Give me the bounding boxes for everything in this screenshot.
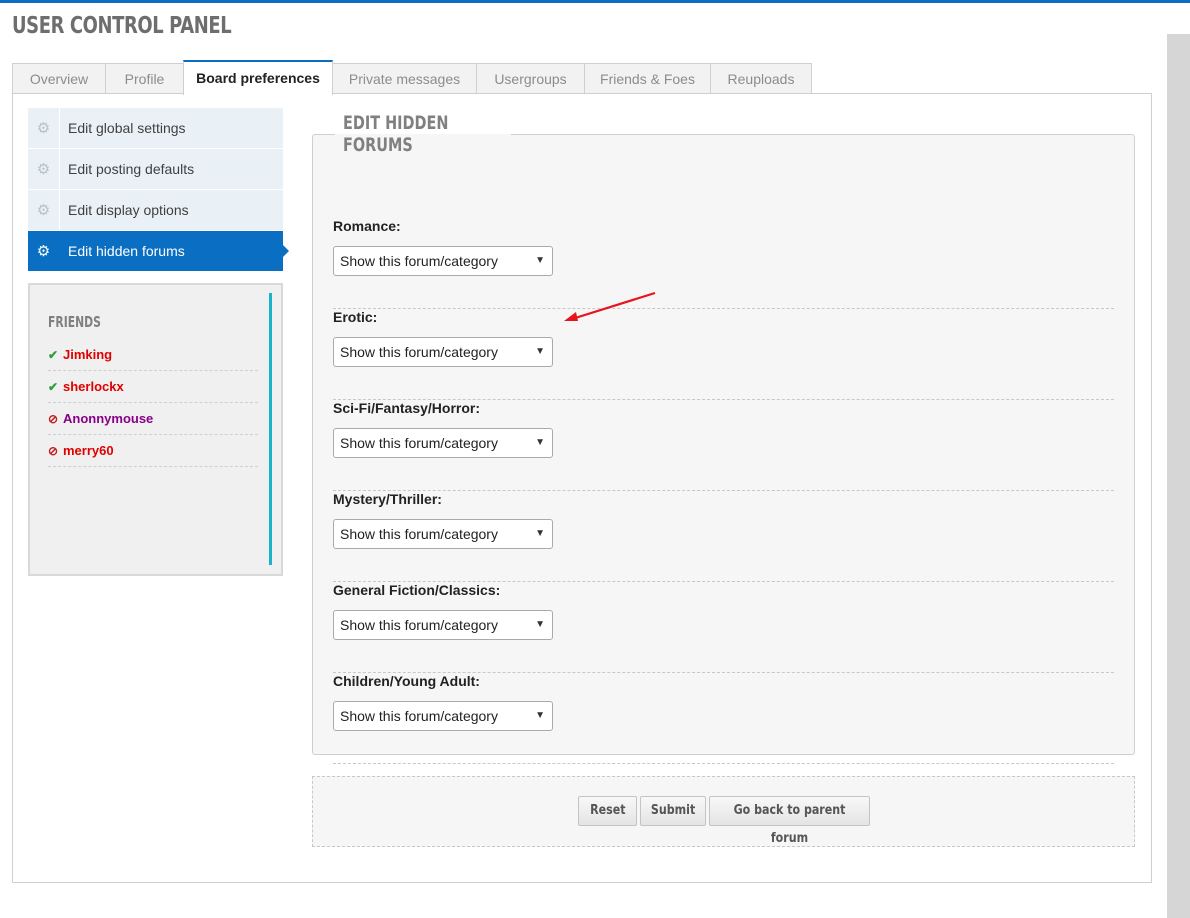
page-title: USER CONTROL PANEL — [12, 13, 232, 39]
gear-icon: ⚙ — [28, 190, 60, 230]
sidebar-item-display-options[interactable]: ⚙ Edit display options — [28, 190, 283, 230]
tab-profile[interactable]: Profile — [105, 63, 184, 94]
forum-label: Erotic: — [333, 309, 378, 325]
scrollbar-track[interactable] — [1167, 34, 1190, 918]
hidden-forums-fieldset: EDIT HIDDEN FORUMS Romance: Show this fo… — [312, 112, 1135, 764]
friend-link-sherlockx[interactable]: sherlockx — [63, 379, 124, 394]
tab-friends-foes[interactable]: Friends & Foes — [584, 63, 711, 94]
sidebar-item-hidden-forums[interactable]: ⚙ Edit hidden forums — [28, 231, 289, 271]
forum-label: Mystery/Thriller: — [333, 491, 442, 507]
back-to-parent-forum-button[interactable]: Go back to parent forum — [709, 796, 870, 846]
friend-link-anonnymouse[interactable]: Anonnymouse — [63, 411, 153, 426]
tab-board-preferences[interactable]: Board preferences — [183, 60, 333, 95]
forum-label: Sci-Fi/Fantasy/Horror: — [333, 400, 481, 416]
sidebar-menu: ⚙ Edit global settings ⚙ Edit posting de… — [28, 108, 289, 272]
forum-visibility-select[interactable]: Show this forum/category ▼ — [333, 428, 553, 458]
forum-row-erotic: Erotic: Show this forum/category ▼ — [333, 309, 1114, 400]
top-accent-line — [0, 0, 1190, 3]
chevron-down-icon: ▼ — [535, 255, 545, 266]
reset-button[interactable]: Reset — [578, 796, 637, 826]
forum-label: Romance: — [333, 218, 401, 234]
forum-visibility-select[interactable]: Show this forum/category ▼ — [333, 246, 553, 276]
friend-item: ⊘ Anonnymouse — [48, 403, 258, 435]
no-entry-icon: ⊘ — [48, 411, 59, 426]
tab-private-messages[interactable]: Private messages — [332, 63, 477, 94]
friend-link-merry60[interactable]: merry60 — [63, 443, 114, 458]
no-entry-icon: ⊘ — [48, 443, 59, 458]
friend-item: ✔ sherlockx — [48, 371, 258, 403]
forum-row-scifi: Sci-Fi/Fantasy/Horror: Show this forum/c… — [333, 400, 1114, 491]
sidebar-item-label: Edit display options — [68, 202, 189, 218]
forum-visibility-select[interactable]: Show this forum/category ▼ — [333, 701, 553, 731]
tab-usergroups[interactable]: Usergroups — [476, 63, 585, 94]
chevron-down-icon: ▼ — [535, 437, 545, 448]
chevron-down-icon: ▼ — [535, 346, 545, 357]
forum-label: General Fiction/Classics: — [333, 582, 501, 598]
sidebar-item-global-settings[interactable]: ⚙ Edit global settings — [28, 108, 283, 148]
forum-visibility-select[interactable]: Show this forum/category ▼ — [333, 519, 553, 549]
forum-row-children: Children/Young Adult: Show this forum/ca… — [333, 673, 1114, 764]
chevron-down-icon: ▼ — [535, 528, 545, 539]
hidden-forums-legend: EDIT HIDDEN FORUMS — [343, 112, 449, 156]
gear-icon: ⚙ — [28, 231, 60, 271]
gear-icon: ⚙ — [28, 149, 60, 189]
forum-label: Children/Young Adult: — [333, 673, 480, 689]
form-actions: Reset Submit Go back to parent forum — [312, 776, 1135, 847]
chevron-down-icon: ▼ — [535, 619, 545, 630]
forum-visibility-select[interactable]: Show this forum/category ▼ — [333, 610, 553, 640]
sidebar-item-label: Edit global settings — [68, 120, 186, 136]
friends-box: FRIENDS ✔ Jimking ✔ sherlockx ⊘ Anonnymo… — [28, 283, 283, 576]
friend-link-jimking[interactable]: Jimking — [63, 347, 112, 362]
friends-title: FRIENDS — [48, 313, 101, 331]
sidebar-item-label: Edit posting defaults — [68, 161, 195, 177]
friends-inner: FRIENDS ✔ Jimking ✔ sherlockx ⊘ Anonnymo… — [36, 293, 272, 565]
forum-row-romance: Romance: Show this forum/category ▼ — [333, 218, 1114, 309]
sidebar-item-label: Edit hidden forums — [68, 243, 185, 259]
forum-visibility-select[interactable]: Show this forum/category ▼ — [333, 337, 553, 367]
sidebar-item-posting-defaults[interactable]: ⚙ Edit posting defaults — [28, 149, 283, 189]
check-circle-icon: ✔ — [48, 379, 59, 394]
forum-row-general-fiction: General Fiction/Classics: Show this foru… — [333, 582, 1114, 673]
annotation-arrow — [564, 291, 656, 321]
gear-icon: ⚙ — [28, 108, 60, 148]
friend-item: ✔ Jimking — [48, 339, 258, 371]
tab-overview[interactable]: Overview — [12, 63, 106, 94]
submit-button[interactable]: Submit — [640, 796, 706, 826]
forum-row-mystery: Mystery/Thriller: Show this forum/catego… — [333, 491, 1114, 582]
tab-reuploads[interactable]: Reuploads — [710, 63, 812, 94]
check-circle-icon: ✔ — [48, 347, 59, 362]
friends-list: ✔ Jimking ✔ sherlockx ⊘ Anonnymouse ⊘ me… — [48, 339, 258, 467]
friend-item: ⊘ merry60 — [48, 435, 258, 467]
chevron-down-icon: ▼ — [535, 710, 545, 721]
